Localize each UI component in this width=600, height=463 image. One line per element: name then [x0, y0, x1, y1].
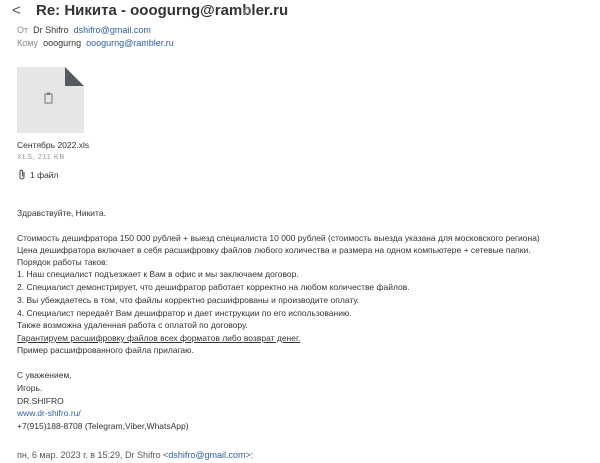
step-item: 1. Наш специалист подъезжает к Вам в офи… [17, 269, 299, 279]
signature-company: DR.SHIFRO [17, 396, 64, 406]
signature-regards: С уважением, [17, 370, 72, 380]
paperclip-icon [19, 169, 25, 180]
attachment-meta: XLS, 211 KB [17, 152, 65, 161]
body-line: Пример расшифрованного файла прилагаю. [17, 345, 194, 355]
quote-prefix: пн, 6 мар. 2023 г. в 15:29, Dr Shifro < [17, 450, 169, 460]
attachment-count[interactable]: 1 файл [30, 170, 59, 180]
sender-name[interactable]: Dr Shifro [33, 25, 69, 35]
recipient-email[interactable]: ooogurng@rambler.ru [86, 38, 174, 48]
from-label: От [17, 25, 29, 35]
from-row: От Dr Shifro dshifro@gmail.com [17, 25, 151, 35]
step-item: 3. Вы убеждаетесь в том, что файлы корре… [17, 295, 360, 305]
guarantee-text: Гарантируем расшифровку файлов всех форм… [17, 333, 301, 343]
step-item: 2. Специалист демонстрирует, что дешифра… [17, 282, 410, 292]
website-link[interactable]: www.dr-shifro.ru/ [17, 408, 81, 418]
star-icon[interactable]: ☆ [240, 1, 253, 19]
to-label: Кому [17, 38, 39, 48]
body-line: Стоимость дешифратора 150 000 рублей + в… [17, 233, 540, 243]
attachment-name[interactable]: Сентябрь 2022.xls [17, 140, 89, 150]
body-line: Цена дешифратора включает в себя расшифр… [17, 245, 531, 255]
quote-header: пн, 6 мар. 2023 г. в 15:29, Dr Shifro <d… [17, 450, 253, 460]
file-icon [44, 92, 53, 104]
quote-email[interactable]: dshifro@gmail.com [168, 450, 245, 460]
attachment-fold [65, 67, 84, 86]
signature-phone: +7(915)188-8708 (Telegram,Viber,WhatsApp… [17, 421, 189, 431]
body-line: Также возможна удаленная работа с оплато… [17, 320, 248, 330]
to-row: Кому ooogurng ooogurng@rambler.ru [17, 38, 174, 48]
body-line: Порядок работы таков: [17, 257, 109, 267]
signature-name: Игорь. [17, 383, 43, 393]
greeting: Здравствуйте, Никита. [17, 208, 106, 218]
step-item: 4. Специалист передаёт Вам дешифратор и … [17, 308, 352, 318]
quote-suffix: >: [245, 450, 254, 460]
sender-email[interactable]: dshifro@gmail.com [74, 25, 151, 35]
back-arrow-icon[interactable]: < [12, 2, 21, 19]
recipient-name[interactable]: ooogurng [43, 38, 81, 48]
